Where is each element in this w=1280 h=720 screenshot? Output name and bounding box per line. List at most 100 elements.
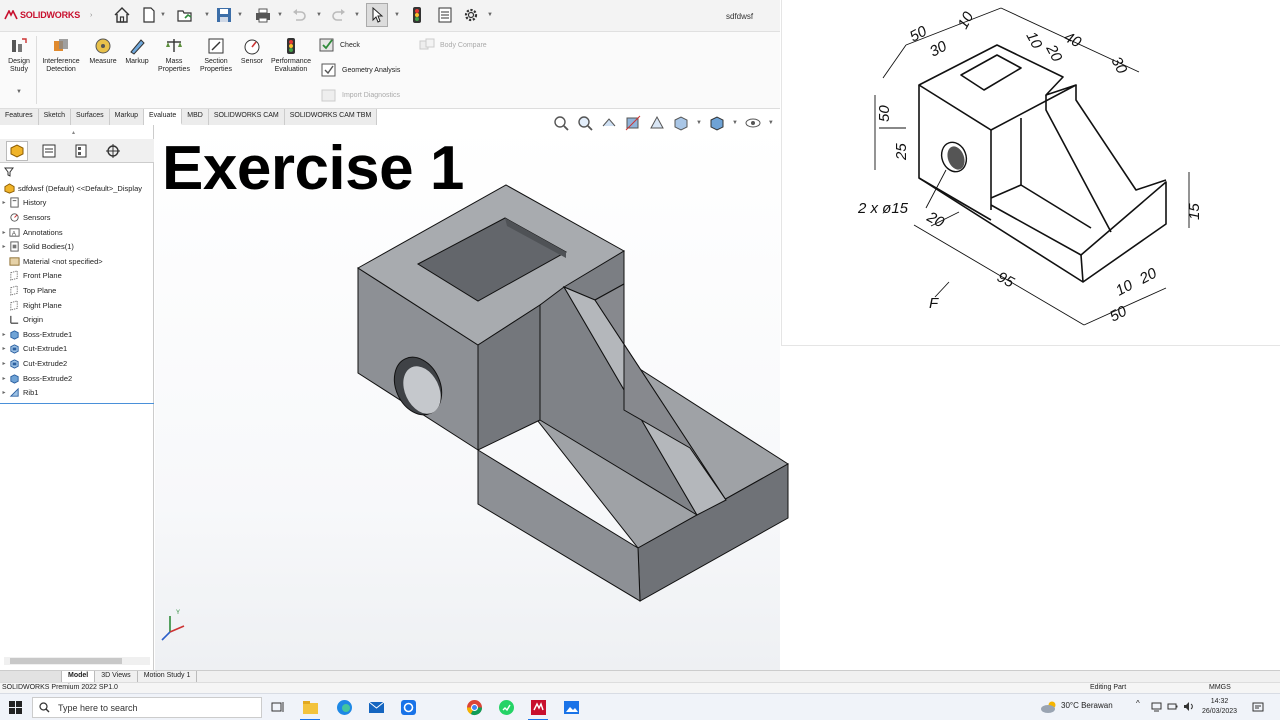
- scrollbar-thumb[interactable]: [10, 658, 122, 664]
- chevron-down-icon[interactable]: ▼: [16, 88, 22, 96]
- tab-sketch[interactable]: Sketch: [38, 109, 72, 125]
- menu-chevron-icon[interactable]: ›: [90, 12, 92, 19]
- rebuild-traffic-light-icon[interactable]: [408, 6, 426, 24]
- tree-item-cut-extrude1[interactable]: ▸ Cut-Extrude1: [0, 342, 154, 357]
- tab-solidworks-cam[interactable]: SOLIDWORKS CAM: [208, 109, 285, 125]
- tab-scroll-arrows[interactable]: [0, 671, 62, 682]
- expand-arrow-icon[interactable]: ▸: [0, 229, 8, 236]
- horizontal-scrollbar[interactable]: [4, 657, 150, 665]
- markup-button[interactable]: Markup: [122, 36, 152, 66]
- chevron-down-icon[interactable]: ▼: [394, 12, 400, 18]
- edge-browser-icon[interactable]: [336, 699, 353, 716]
- battery-icon[interactable]: [1167, 701, 1178, 712]
- solidworks-taskbar-icon[interactable]: [530, 699, 547, 716]
- tree-item-solid-bodies-1[interactable]: ▸ Solid Bodies(1): [0, 239, 154, 254]
- performance-evaluation-button[interactable]: Performance Evaluation: [268, 36, 314, 74]
- view-orientation-icon[interactable]: [672, 114, 690, 132]
- expand-arrow-icon[interactable]: ▸: [0, 199, 8, 206]
- chevron-down-icon[interactable]: ▼: [160, 12, 166, 18]
- expand-arrow-icon[interactable]: ▸: [0, 360, 8, 367]
- chevron-down-icon[interactable]: ▼: [237, 12, 243, 18]
- select-cursor-icon[interactable]: [366, 3, 388, 27]
- redo-icon[interactable]: [330, 6, 348, 24]
- chevron-down-icon[interactable]: ▼: [277, 12, 283, 18]
- part-model[interactable]: [330, 170, 810, 620]
- notifications-icon[interactable]: [1252, 701, 1264, 713]
- tab-motion-study[interactable]: Motion Study 1: [138, 671, 198, 682]
- chevron-down-icon[interactable]: ▼: [696, 120, 702, 126]
- chevron-down-icon[interactable]: ▼: [354, 12, 360, 18]
- check-button[interactable]: Check: [318, 36, 360, 54]
- tab-surfaces[interactable]: Surfaces: [71, 109, 110, 125]
- show-hidden-icons-icon[interactable]: ^: [1136, 699, 1140, 708]
- expand-arrow-icon[interactable]: ▸: [0, 375, 8, 382]
- print-icon[interactable]: [254, 6, 272, 24]
- dimxpert-tab[interactable]: [102, 141, 124, 161]
- tree-item-rib1[interactable]: ▸ Rib1: [0, 385, 154, 400]
- tree-item-origin[interactable]: Origin: [0, 312, 154, 327]
- tab-model[interactable]: Model: [62, 671, 96, 682]
- section-properties-button[interactable]: Section Properties: [196, 36, 236, 74]
- zoom-to-fit-icon[interactable]: [552, 114, 570, 132]
- display-style-icon[interactable]: [708, 114, 726, 132]
- collapse-handle-icon[interactable]: ▴: [72, 129, 75, 136]
- windows-start-icon[interactable]: [9, 701, 22, 716]
- dynamic-annotation-icon[interactable]: [648, 114, 666, 132]
- chevron-down-icon[interactable]: ▼: [487, 12, 493, 18]
- tab-mbd[interactable]: MBD: [182, 109, 209, 125]
- rollback-bar[interactable]: [0, 403, 154, 404]
- chevron-down-icon[interactable]: ▼: [204, 12, 210, 18]
- mail-icon[interactable]: [368, 699, 385, 716]
- chevron-down-icon[interactable]: ▼: [316, 12, 322, 18]
- tab-3d-views[interactable]: 3D Views: [95, 671, 138, 682]
- tree-item-boss-extrude1[interactable]: ▸ Boss-Extrude1: [0, 327, 154, 342]
- tree-item-material-not-specified[interactable]: Material <not specified>: [0, 254, 154, 269]
- expand-arrow-icon[interactable]: ▸: [0, 243, 8, 250]
- design-study-button[interactable]: Design Study ▼: [4, 36, 34, 96]
- taskbar-clock[interactable]: 14:32 26/03/2023: [1202, 697, 1237, 717]
- volume-icon[interactable]: [1183, 701, 1194, 712]
- filter-icon[interactable]: [4, 167, 14, 179]
- chevron-down-icon[interactable]: ▼: [732, 120, 738, 126]
- section-view-icon[interactable]: [624, 114, 642, 132]
- measure-button[interactable]: Measure: [86, 36, 120, 66]
- tree-item-boss-extrude2[interactable]: ▸ Boss-Extrude2: [0, 371, 154, 386]
- file-properties-icon[interactable]: [436, 6, 454, 24]
- chrome-icon[interactable]: [466, 699, 483, 716]
- open-folder-icon[interactable]: [176, 6, 194, 24]
- undo-icon[interactable]: [290, 6, 308, 24]
- tree-item-top-plane[interactable]: Top Plane: [0, 283, 154, 298]
- solidworks-logo[interactable]: SOLIDWORKS ›: [4, 10, 92, 20]
- geometry-analysis-button[interactable]: Geometry Analysis: [320, 61, 400, 79]
- home-icon[interactable]: [113, 6, 131, 24]
- expand-arrow-icon[interactable]: ▸: [0, 389, 8, 396]
- save-icon[interactable]: [215, 6, 233, 24]
- feature-manager-tab[interactable]: [6, 140, 28, 161]
- mass-properties-button[interactable]: Mass Properties: [155, 36, 193, 74]
- task-view-icon[interactable]: [270, 699, 287, 716]
- import-diagnostics-button[interactable]: Import Diagnostics: [320, 86, 400, 104]
- chevron-down-icon[interactable]: ▼: [768, 120, 774, 126]
- interference-detection-button[interactable]: Interference Detection: [40, 36, 82, 74]
- hide-show-items-icon[interactable]: [744, 114, 762, 132]
- configuration-manager-tab[interactable]: [70, 141, 92, 161]
- previous-view-icon[interactable]: [600, 114, 618, 132]
- tree-item-sensors[interactable]: Sensors: [0, 210, 154, 225]
- sensor-button[interactable]: Sensor: [238, 36, 266, 66]
- zoom-to-area-icon[interactable]: [576, 114, 594, 132]
- status-units[interactable]: MMGS: [1209, 684, 1231, 691]
- photos-icon[interactable]: [563, 699, 580, 716]
- tree-root[interactable]: sdfdwsf (Default) <<Default>_Display: [0, 181, 154, 196]
- options-gear-icon[interactable]: [462, 6, 480, 24]
- tab-features[interactable]: Features: [0, 109, 39, 125]
- weather-cloud-icon[interactable]: [1040, 700, 1058, 714]
- network-icon[interactable]: [1151, 701, 1162, 712]
- whatsapp-icon[interactable]: [498, 699, 515, 716]
- expand-arrow-icon[interactable]: ▸: [0, 331, 8, 338]
- tree-item-annotations[interactable]: ▸ A Annotations: [0, 225, 154, 240]
- property-manager-tab[interactable]: [38, 141, 60, 161]
- body-compare-button[interactable]: Body Compare: [418, 36, 487, 54]
- tree-item-right-plane[interactable]: Right Plane: [0, 298, 154, 313]
- taskbar-search[interactable]: Type here to search: [32, 697, 262, 718]
- file-explorer-icon[interactable]: [302, 699, 319, 716]
